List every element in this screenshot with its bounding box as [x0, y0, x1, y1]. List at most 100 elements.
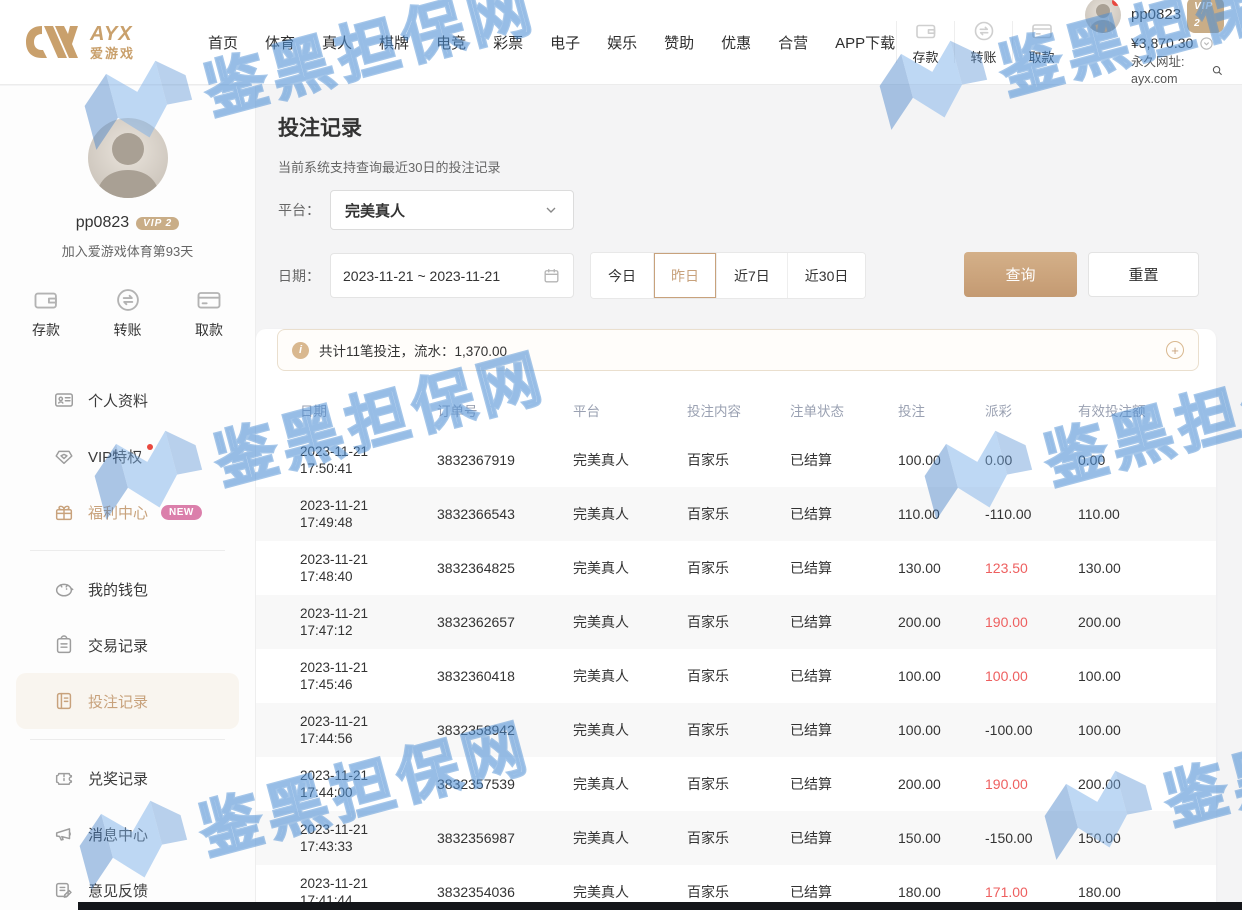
brand-name-en: AYX — [90, 24, 135, 44]
nav-item[interactable]: 电竞 — [436, 32, 466, 53]
quick-action-转账[interactable]: 转账 — [114, 286, 142, 340]
cell-content: 百家乐 — [687, 720, 790, 740]
range-button-近30日[interactable]: 近30日 — [788, 253, 866, 298]
clipboard-icon — [53, 634, 75, 656]
date-filter-row: 日期： 2023-11-21 ~ 2023-11-21 今日昨日近7日近30日 … — [256, 252, 1216, 299]
footer-edge — [78, 902, 1242, 910]
cell-order: 3832356987 — [437, 830, 573, 846]
wallet-icon — [914, 19, 938, 43]
user-box[interactable]: pp0823 VIP 2 ¥3,870.30 永久网址: ayx.com — [1085, 0, 1224, 88]
balance: ¥3,870.30 — [1131, 35, 1193, 52]
cell-valid-bet: 0.00 — [1078, 452, 1192, 468]
sidebar-item-个人资料[interactable]: 个人资料 — [0, 372, 255, 428]
sidebar-item-兑奖记录[interactable]: 兑奖记录 — [0, 750, 255, 806]
sidebar-item-消息中心[interactable]: 消息中心 — [0, 806, 255, 862]
platform-label: 平台： — [278, 200, 330, 220]
cell-date: 2023-11-2117:49:48 — [300, 497, 437, 531]
platform-filter-row: 平台： 完美真人 — [256, 190, 1216, 230]
column-header: 投注 — [898, 400, 985, 420]
date-label: 日期： — [278, 266, 330, 286]
sidebar-item-投注记录[interactable]: 投注记录 — [16, 673, 239, 729]
sidebar-item-福利中心[interactable]: 福利中心NEW — [0, 484, 255, 540]
cell-order: 3832364825 — [437, 560, 573, 576]
nav-item[interactable]: 真人 — [322, 32, 352, 53]
range-button-昨日[interactable]: 昨日 — [654, 253, 717, 298]
cell-content: 百家乐 — [687, 882, 790, 902]
avatar[interactable] — [88, 118, 168, 198]
nav-item[interactable]: 优惠 — [721, 32, 751, 53]
nav-item[interactable]: 体育 — [265, 32, 295, 53]
quick-action-转账[interactable]: 转账 — [956, 19, 1011, 66]
table-row: 2023-11-2117:49:483832366543完美真人百家乐已结算11… — [256, 487, 1216, 541]
query-button[interactable]: 查询 — [964, 252, 1077, 297]
expand-plus-icon[interactable]: + — [1166, 341, 1184, 359]
table-row: 2023-11-2117:43:333832356987完美真人百家乐已结算15… — [256, 811, 1216, 865]
quick-action-取款[interactable]: 取款 — [1014, 19, 1069, 66]
cell-payout: 190.00 — [985, 614, 1078, 630]
cell-status: 已结算 — [790, 558, 898, 578]
cell-status: 已结算 — [790, 720, 898, 740]
quick-action-存款[interactable]: 存款 — [32, 286, 60, 340]
cell-order: 3832354036 — [437, 884, 573, 900]
nav-item[interactable]: 棋牌 — [379, 32, 409, 53]
sidebar-item-我的钱包[interactable]: 我的钱包 — [0, 561, 255, 617]
cell-date: 2023-11-2117:43:33 — [300, 821, 437, 855]
balance-refresh-icon[interactable] — [1199, 36, 1214, 51]
divider — [1012, 21, 1013, 63]
cell-valid-bet: 100.00 — [1078, 722, 1192, 738]
table-row: 2023-11-2117:45:463832360418完美真人百家乐已结算10… — [256, 649, 1216, 703]
sidebar-profile: pp0823 VIP 2 加入爱游戏体育第93天 — [0, 86, 255, 260]
nav-item[interactable]: 彩票 — [493, 32, 523, 53]
cell-date: 2023-11-2117:44:56 — [300, 713, 437, 747]
brand-logo[interactable]: AYX 爱游戏 — [20, 20, 170, 64]
sidebar-quick-actions: 存款转账取款 — [0, 286, 255, 340]
column-header: 注单状态 — [790, 400, 898, 420]
calendar-icon — [542, 266, 561, 285]
cell-valid-bet: 200.00 — [1078, 776, 1192, 792]
sidebar-item-VIP特权[interactable]: VIP特权 — [0, 428, 255, 484]
platform-select[interactable]: 完美真人 — [330, 190, 574, 230]
nav-item[interactable]: 娱乐 — [607, 32, 637, 53]
nav-item[interactable]: 电子 — [550, 32, 580, 53]
cell-status: 已结算 — [790, 882, 898, 902]
range-button-近7日[interactable]: 近7日 — [717, 253, 788, 298]
cell-status: 已结算 — [790, 612, 898, 632]
nav-item[interactable]: 合营 — [778, 32, 808, 53]
cell-bet: 200.00 — [898, 614, 985, 630]
summary-text: 共计11笔投注，流水：1,370.00 — [319, 340, 507, 360]
reset-button[interactable]: 重置 — [1088, 252, 1199, 297]
table-body: 2023-11-2117:50:413832367919完美真人百家乐已结算10… — [256, 433, 1216, 910]
quick-action-存款[interactable]: 存款 — [898, 19, 953, 66]
platform-select-value: 完美真人 — [345, 200, 405, 221]
topbar-right: 存款转账取款 pp0823 VIP 2 ¥3,870.30 永久网址: ayx.… — [895, 0, 1224, 88]
avatar[interactable] — [1085, 0, 1121, 33]
divider — [30, 739, 225, 740]
cell-content: 百家乐 — [687, 774, 790, 794]
sidebar-item-交易记录[interactable]: 交易记录 — [0, 617, 255, 673]
nav-item[interactable]: 首页 — [208, 32, 238, 53]
cell-valid-bet: 110.00 — [1078, 506, 1192, 522]
ticket-icon — [53, 767, 75, 789]
cell-order: 3832358942 — [437, 722, 573, 738]
column-header: 投注内容 — [687, 400, 790, 420]
nav-item[interactable]: APP下载 — [835, 32, 895, 53]
cell-bet: 100.00 — [898, 722, 985, 738]
quick-action-label: 存款 — [912, 47, 938, 66]
cell-platform: 完美真人 — [573, 450, 687, 470]
table-row: 2023-11-2117:44:003832357539完美真人百家乐已结算20… — [256, 757, 1216, 811]
range-button-今日[interactable]: 今日 — [591, 253, 654, 298]
table-header-row: 日期订单号平台投注内容注单状态投注派彩有效投注额 — [256, 387, 1216, 433]
date-range-input[interactable]: 2023-11-21 ~ 2023-11-21 — [330, 253, 574, 298]
withdraw-icon — [1030, 19, 1054, 43]
cell-payout: 190.00 — [985, 776, 1078, 792]
divider — [954, 21, 955, 63]
cell-bet: 180.00 — [898, 884, 985, 900]
quick-action-取款[interactable]: 取款 — [195, 286, 223, 340]
cell-order: 3832362657 — [437, 614, 573, 630]
id-card-icon — [53, 389, 75, 411]
search-icon[interactable] — [1211, 62, 1224, 79]
cell-payout: 100.00 — [985, 668, 1078, 684]
nav-item[interactable]: 赞助 — [664, 32, 694, 53]
cell-content: 百家乐 — [687, 504, 790, 524]
sidebar-item-label: VIP特权 — [88, 446, 142, 467]
